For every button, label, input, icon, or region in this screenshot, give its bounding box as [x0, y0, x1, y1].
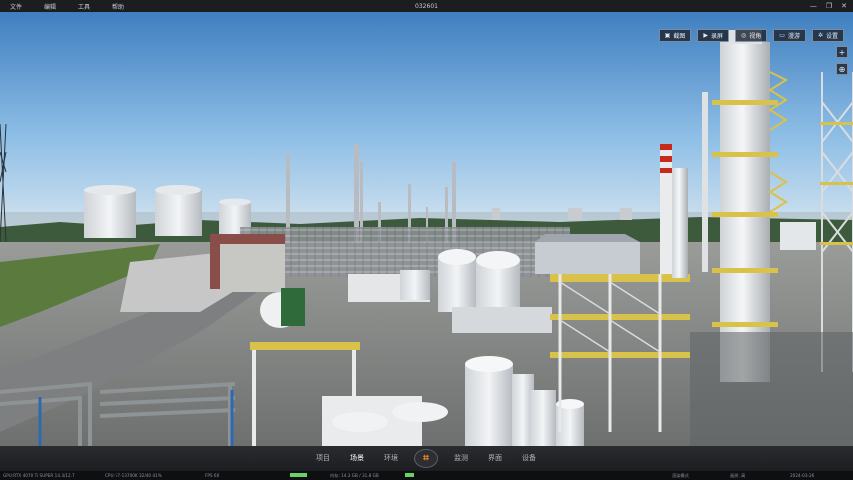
pipe-rack [240, 227, 570, 277]
logo-icon: ⌗ [423, 453, 429, 464]
nav-item-interface[interactable]: 界面 [488, 446, 502, 471]
nav-item-scene[interactable]: 场景 [350, 446, 364, 471]
nav-center-button[interactable]: ⌗ [414, 449, 438, 468]
status-fps: FPS 60 [205, 473, 220, 478]
plant-scene [0, 12, 853, 446]
menu-item-help[interactable]: 帮助 [112, 2, 124, 11]
bottom-nav: 项目 场景 环境 ⌗ 监测 界面 设备 [0, 446, 853, 471]
scene-viewport[interactable]: ▣ 截图 ▶ 录屏 ◎ 视角 ▭ 漫游 ✲ 设置 + ⊕ [0, 12, 853, 446]
toolbar-label: 录屏 [710, 33, 723, 40]
close-icon[interactable]: ✕ [841, 2, 847, 10]
toolbar-label: 设置 [825, 33, 838, 40]
toolbar-button-view[interactable]: ◎ 视角 [735, 29, 768, 42]
status-progress-1 [290, 473, 307, 477]
menu-item-tools[interactable]: 工具 [78, 2, 90, 11]
toolbar-label: 截图 [673, 33, 686, 40]
compass-icon: ⊕ [838, 64, 846, 74]
maximize-icon[interactable]: ❐ [826, 2, 832, 10]
warehouse [535, 242, 640, 274]
status-memory: 内存: 14.3 GB / 31.8 GB [330, 473, 379, 478]
menu-item-edit[interactable]: 编辑 [44, 2, 56, 11]
toolbar-button-record[interactable]: ▶ 录屏 [697, 29, 729, 42]
nav-item-monitor[interactable]: 监测 [454, 446, 468, 471]
status-bar: GPU:RTX 4070 Ti SUPER 14.3/12.7 CPU: i7-… [0, 471, 853, 480]
plus-icon: + [838, 47, 846, 57]
top-toolbar: ▣ 截图 ▶ 录屏 ◎ 视角 ▭ 漫游 ✲ 设置 [658, 29, 844, 42]
compass-button[interactable]: ⊕ [836, 63, 848, 75]
status-progress-2 [405, 473, 414, 477]
menu-item-file[interactable]: 文件 [10, 2, 22, 11]
view-icon: ◎ [741, 32, 747, 39]
image-icon: ▣ [664, 32, 671, 39]
status-cpu: CPU: i7-13700K 32/40 41% [105, 473, 162, 478]
status-render-mode: 渲染模式 [672, 473, 689, 478]
video-icon: ▶ [703, 32, 708, 39]
toolbar-label: 视角 [749, 33, 762, 40]
monitor-icon: ▭ [779, 32, 785, 39]
status-date: 2024-03-26 [790, 473, 815, 478]
status-gpu: GPU:RTX 4070 Ti SUPER 14.3/12.7 [3, 473, 75, 478]
nav-item-project[interactable]: 项目 [316, 446, 330, 471]
minimize-icon[interactable]: — [810, 2, 817, 10]
nav-item-environment[interactable]: 环境 [384, 446, 398, 471]
toolbar-button-roam[interactable]: ▭ 漫游 [773, 29, 806, 42]
window-title: 032601 [415, 2, 438, 10]
menu-bar: 文件 编辑 工具 帮助 [0, 2, 124, 11]
settings-icon: ✲ [817, 32, 823, 39]
toolbar-button-settings[interactable]: ✲ 设置 [811, 29, 844, 42]
app-window: 文件 编辑 工具 帮助 032601 — ❐ ✕ ▣ 截图 ▶ 录屏 ◎ 视角 … [0, 0, 853, 480]
toolbar-button-screenshot[interactable]: ▣ 截图 [658, 29, 692, 42]
status-quality: 画质: 高 [730, 473, 746, 478]
title-bar: 文件 编辑 工具 帮助 032601 — ❐ ✕ [0, 0, 853, 12]
window-controls: — ❐ ✕ [810, 0, 847, 12]
zoom-in-button[interactable]: + [836, 46, 848, 58]
nav-item-equipment[interactable]: 设备 [522, 446, 536, 471]
toolbar-label: 漫游 [787, 33, 800, 40]
